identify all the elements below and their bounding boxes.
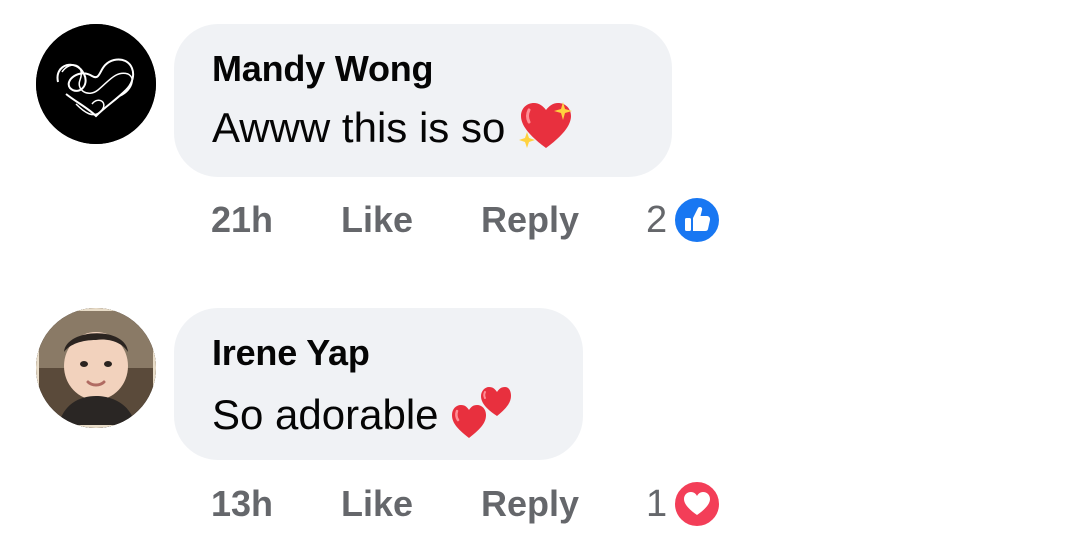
reply-button[interactable]: Reply bbox=[481, 483, 646, 525]
reaction-count: 2 bbox=[646, 198, 668, 241]
comment-timestamp[interactable]: 21h bbox=[211, 199, 341, 241]
comment-body: Awww this is so bbox=[212, 100, 575, 155]
reaction-summary[interactable]: 1 bbox=[646, 480, 722, 528]
reaction-count: 1 bbox=[646, 482, 668, 525]
comment-actions: 21h Like Reply 2 bbox=[211, 192, 722, 248]
love-heart-icon bbox=[673, 480, 722, 528]
photo-avatar-icon bbox=[36, 308, 156, 428]
avatar[interactable] bbox=[36, 24, 156, 144]
comment: Mandy Wong Awww this is so 21h Like Repl… bbox=[0, 0, 1080, 270]
scribble-heart-icon bbox=[36, 24, 156, 144]
comment-bubble: Mandy Wong Awww this is so bbox=[174, 24, 672, 177]
comment-text: So adorable bbox=[212, 390, 439, 438]
thumbs-up-icon bbox=[673, 196, 722, 244]
comment-author[interactable]: Irene Yap bbox=[212, 332, 370, 374]
avatar[interactable] bbox=[36, 308, 156, 428]
comment-bubble: Irene Yap So adorable bbox=[174, 308, 583, 460]
reaction-summary[interactable]: 2 bbox=[646, 196, 722, 244]
comment-author[interactable]: Mandy Wong bbox=[212, 48, 434, 90]
comment-timestamp[interactable]: 13h bbox=[211, 483, 341, 525]
two-hearts-icon bbox=[451, 384, 511, 445]
like-button[interactable]: Like bbox=[341, 199, 481, 241]
comment-actions: 13h Like Reply 1 bbox=[211, 476, 722, 532]
comment: Irene Yap So adorable 13h Like Reply 1 bbox=[0, 284, 1080, 547]
like-button[interactable]: Like bbox=[341, 483, 481, 525]
comment-body: So adorable bbox=[212, 384, 511, 445]
sparkling-heart-icon bbox=[517, 100, 575, 155]
reply-button[interactable]: Reply bbox=[481, 199, 646, 241]
comment-text: Awww this is so bbox=[212, 103, 506, 151]
